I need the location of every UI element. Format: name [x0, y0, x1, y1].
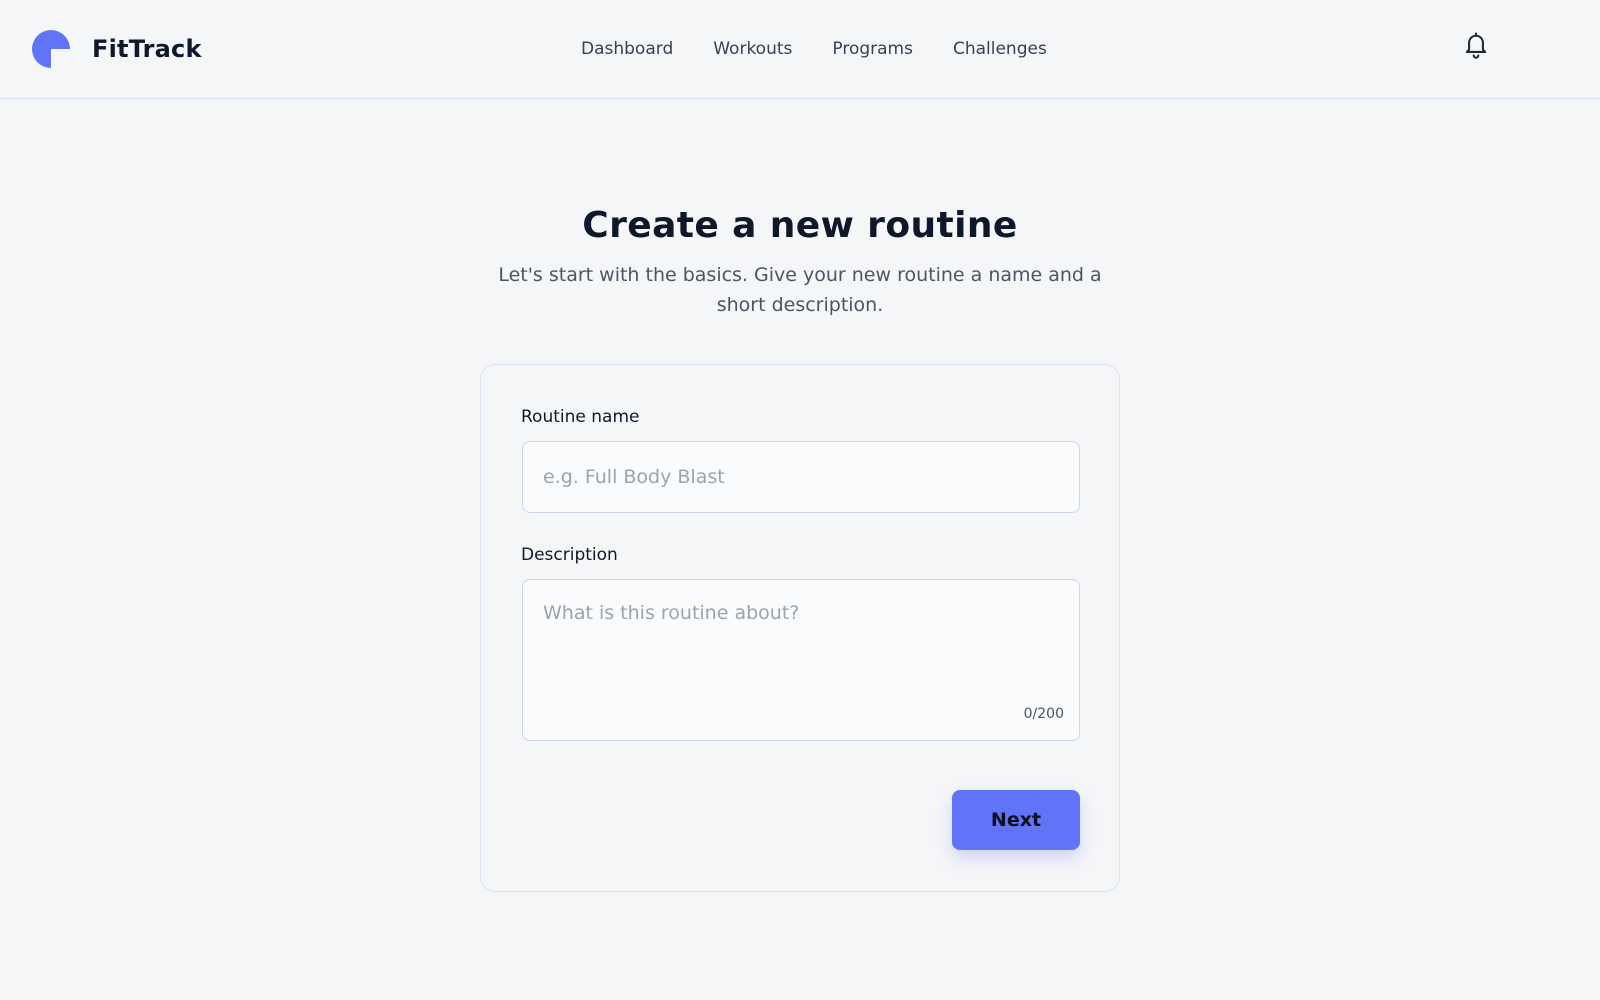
nav-item-programs[interactable]: Programs [832, 39, 913, 59]
routine-name-input[interactable] [522, 441, 1080, 513]
top-bar: FitTrack Dashboard Workouts Programs Cha… [0, 0, 1600, 99]
page-subtitle: Let's start with the basics. Give your n… [498, 264, 1102, 316]
nav-item-workouts[interactable]: Workouts [713, 39, 792, 59]
description-textarea[interactable] [522, 579, 1080, 741]
next-button[interactable]: Next [952, 790, 1080, 850]
brand[interactable]: FitTrack [32, 30, 202, 68]
logo-icon [32, 30, 70, 68]
bell-icon[interactable] [1462, 30, 1490, 60]
routine-form-card: Routine name Description 0/200 Next [480, 364, 1120, 892]
main-nav: Dashboard Workouts Programs Challenges [581, 36, 1047, 62]
routine-name-label: Routine name [521, 407, 640, 427]
app-name: FitTrack [92, 35, 202, 63]
nav-item-challenges[interactable]: Challenges [953, 39, 1047, 59]
page-title: Create a new routine [582, 205, 1018, 246]
nav-item-dashboard[interactable]: Dashboard [581, 39, 673, 59]
page-header: Create a new routine Let's start with th… [0, 205, 1600, 320]
description-label: Description [521, 545, 618, 565]
character-counter: 0/200 [1023, 706, 1064, 722]
